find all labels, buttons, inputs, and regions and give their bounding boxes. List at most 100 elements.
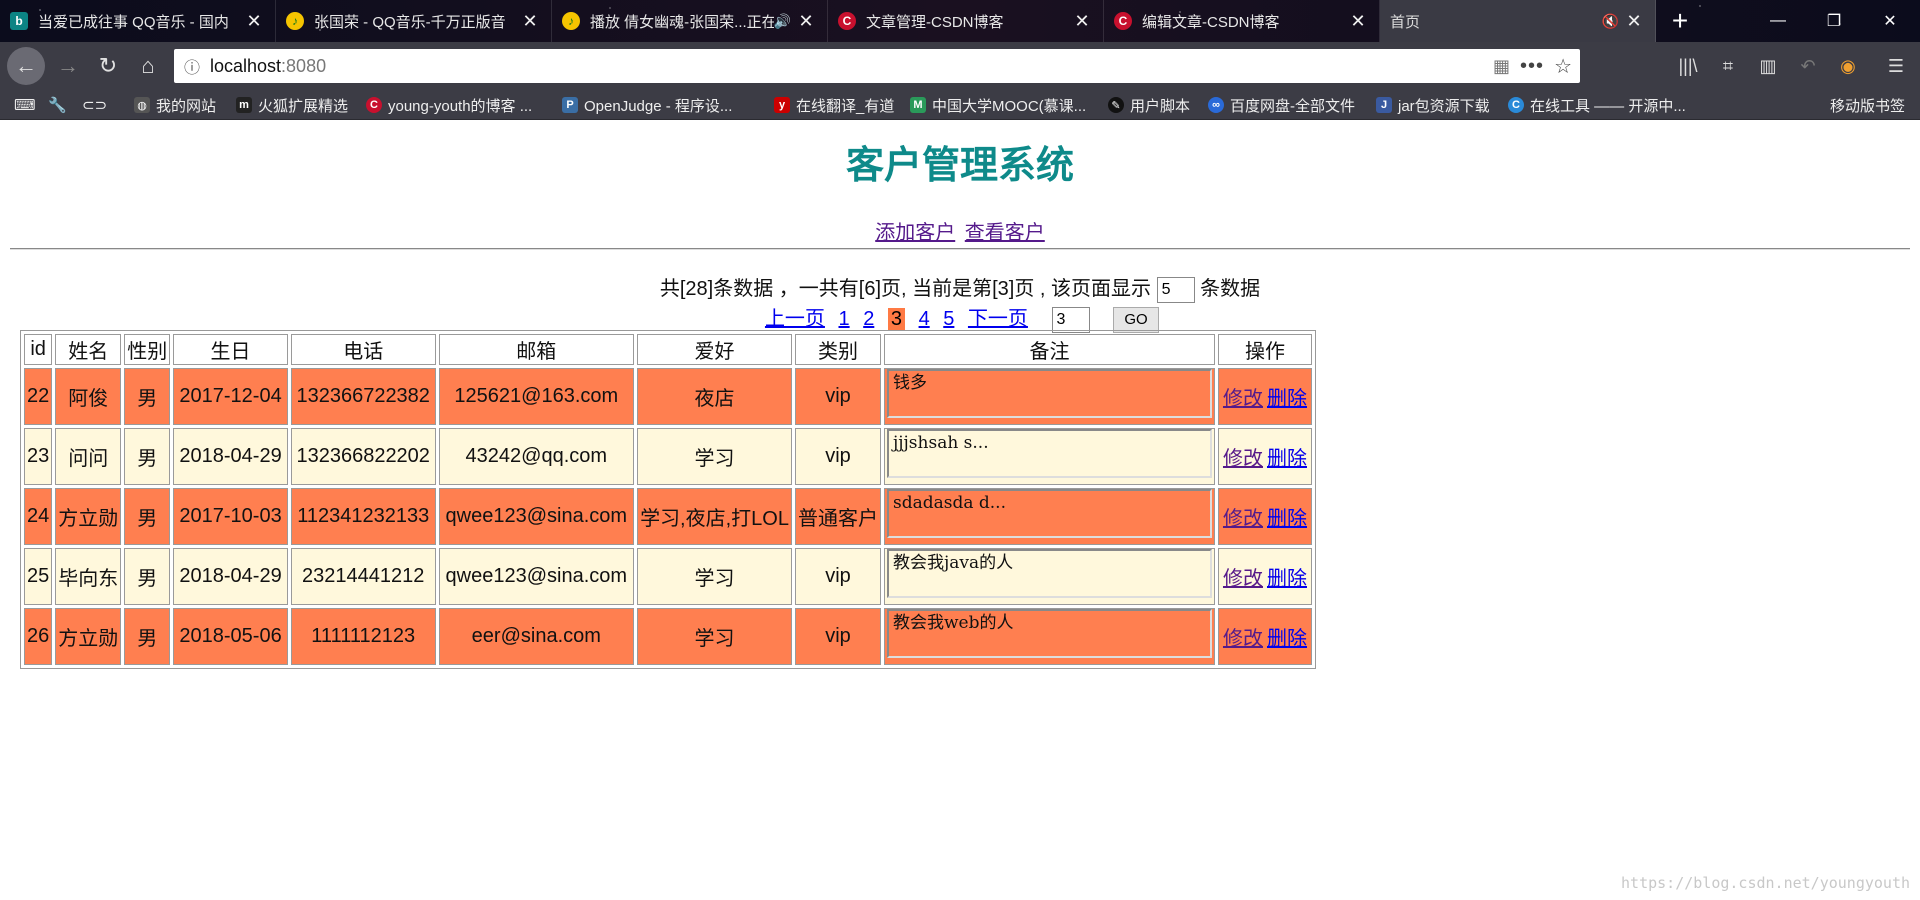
table-row: 26 方立勋 男 2018-05-06 1111112123 eer@sina.…	[24, 608, 1312, 665]
page-actions-icon[interactable]: •••	[1520, 55, 1544, 78]
library-icon[interactable]: |||\	[1668, 42, 1708, 90]
menu-icon[interactable]: ☰	[1876, 42, 1916, 90]
close-icon[interactable]: ✕	[243, 11, 265, 32]
edit-link[interactable]: 修改	[1223, 568, 1263, 590]
bookmark-youdao[interactable]: y 在线翻译_有道	[774, 90, 894, 120]
cell-name: 阿俊	[55, 368, 122, 425]
tab-csdn-edit[interactable]: C 编辑文章-CSDN博客 ✕	[1104, 0, 1380, 42]
screenshot-icon[interactable]: ⌗	[1708, 42, 1748, 90]
delete-link[interactable]: 删除	[1267, 448, 1307, 470]
cell-email: 43242@qq.com	[438, 428, 635, 485]
minimize-button[interactable]: —	[1750, 0, 1806, 42]
extension-icon[interactable]: ◉	[1828, 42, 1868, 90]
userscript-icon: ✎	[1108, 97, 1124, 113]
close-icon[interactable]: ✕	[1623, 11, 1645, 32]
new-tab-button[interactable]: +	[1660, 0, 1700, 42]
view-customers-link[interactable]: 查看客户	[965, 222, 1045, 244]
cell-actions: 修改 删除	[1217, 488, 1312, 545]
close-icon[interactable]: ✕	[519, 11, 541, 32]
reload-button[interactable]: ↻	[88, 42, 128, 90]
bookmark-openjudge[interactable]: P OpenJudge - 程序设...	[562, 90, 732, 120]
back-button[interactable]: ←	[6, 42, 46, 90]
qrcode-icon[interactable]: ▦	[1493, 56, 1510, 77]
close-icon[interactable]: ✕	[1347, 11, 1369, 32]
add-customer-link[interactable]: 添加客户	[875, 222, 955, 244]
cell-birthday: 2018-04-29	[173, 428, 288, 485]
tab-home[interactable]: 首页 🔇 ✕	[1380, 0, 1656, 42]
url-bar[interactable]: ⓘ localhost:8080 ▦ ••• ☆	[174, 49, 1580, 83]
restore-button[interactable]: ❐	[1806, 0, 1862, 42]
header-email: 邮箱	[438, 334, 635, 365]
mobile-bookmarks[interactable]: 移动版书签	[1830, 90, 1905, 120]
edit-link[interactable]: 修改	[1223, 448, 1263, 470]
link-icon[interactable]: ⊂⊃	[82, 90, 107, 120]
note-textarea[interactable]: sdadasda d...	[886, 489, 1212, 538]
sidebar-icon[interactable]: ▥	[1748, 42, 1788, 90]
edit-link[interactable]: 修改	[1223, 628, 1263, 650]
delete-link[interactable]: 删除	[1267, 508, 1307, 530]
tab-qqmusic-1[interactable]: b 当爱已成往事 QQ音乐 - 国内 ✕	[0, 0, 276, 42]
mute-icon[interactable]: 🔇	[1602, 13, 1619, 30]
speaker-icon[interactable]: 🔊	[774, 13, 791, 30]
forward-button[interactable]: →	[48, 42, 88, 90]
page-link-1[interactable]: 1	[839, 308, 850, 330]
watermark: https://blog.csdn.net/youngyouth	[1621, 874, 1910, 892]
delete-link[interactable]: 删除	[1267, 388, 1307, 410]
tab-qqmusic-3[interactable]: ♪ 播放 倩女幽魂-张国荣...正在 🔊 ✕	[552, 0, 828, 42]
note-textarea[interactable]: 教会我java的人	[886, 549, 1212, 598]
table-row: 22 阿俊 男 2017-12-04 132366722382 125621@1…	[24, 368, 1312, 425]
wrench-icon[interactable]: 🔧	[48, 90, 67, 120]
bookmark-my-site[interactable]: ◍ 我的网站	[134, 90, 216, 120]
close-icon[interactable]: ✕	[795, 11, 817, 32]
table-header-row: id 姓名 性别 生日 电话 邮箱 爱好 类别 备注 操作	[24, 334, 1312, 365]
bookmark-mooc[interactable]: M 中国大学MOOC(慕课...	[910, 90, 1086, 120]
undo-icon[interactable]: ↶	[1788, 42, 1828, 90]
next-page-link[interactable]: 下一页	[968, 308, 1028, 330]
note-textarea[interactable]: 教会我web的人	[886, 609, 1212, 658]
bookmark-star-icon[interactable]: ☆	[1554, 54, 1572, 79]
header-type: 类别	[794, 334, 881, 365]
bookmark-userscripts[interactable]: ✎ 用户脚本	[1108, 90, 1190, 120]
window-close-button[interactable]: ✕	[1862, 0, 1918, 42]
tab-qqmusic-2[interactable]: ♪ 张国荣 - QQ音乐-千万正版音 ✕	[276, 0, 552, 42]
info-icon[interactable]: ⓘ	[174, 54, 210, 78]
prev-page-link[interactable]: 上一页	[765, 308, 825, 330]
youdao-icon: y	[774, 97, 790, 113]
tab-csdn-articles[interactable]: C 文章管理-CSDN博客 ✕	[828, 0, 1104, 42]
bookmark-firefox-addons[interactable]: m 火狐扩展精选	[236, 90, 348, 120]
header-birthday: 生日	[173, 334, 288, 365]
arrow-right-icon: →	[57, 53, 79, 78]
home-button[interactable]: ⌂	[128, 42, 168, 90]
bookmark-jar-download[interactable]: Jjar包资源下载	[1376, 90, 1490, 120]
close-icon[interactable]: ✕	[1071, 11, 1093, 32]
page-link-5[interactable]: 5	[943, 308, 954, 330]
oschina-icon: C	[1508, 97, 1524, 113]
edit-link[interactable]: 修改	[1223, 508, 1263, 530]
header-hobby: 爱好	[637, 334, 792, 365]
note-textarea[interactable]: 钱多	[886, 369, 1212, 418]
edit-link[interactable]: 修改	[1223, 388, 1263, 410]
delete-link[interactable]: 删除	[1267, 568, 1307, 590]
jar-icon: J	[1376, 97, 1392, 113]
page-size-input[interactable]	[1156, 276, 1195, 303]
goto-page-input[interactable]	[1051, 306, 1090, 333]
page-link-2[interactable]: 2	[863, 308, 874, 330]
bookmark-baidu-pan[interactable]: ∞ 百度网盘-全部文件	[1208, 90, 1355, 120]
note-textarea[interactable]: jjjshsah s...	[886, 429, 1212, 478]
summary-suffix: 条数据	[1200, 278, 1261, 300]
bookmark-csdn-blog[interactable]: Cyoung-youth的博客 ...	[366, 90, 532, 120]
arrow-left-icon: ←	[7, 47, 45, 85]
cell-actions: 修改 删除	[1217, 368, 1312, 425]
tab-title: 首页	[1390, 13, 1421, 31]
bing-icon: b	[10, 12, 28, 30]
delete-link[interactable]: 删除	[1267, 628, 1307, 650]
table-row: 24 方立勋 男 2017-10-03 112341232133 qwee123…	[24, 488, 1312, 545]
toolbox-icon[interactable]: ⌨	[14, 90, 36, 120]
bookmark-online-tools[interactable]: C 在线工具 —— 开源中...	[1508, 90, 1686, 120]
go-button[interactable]: GO	[1113, 306, 1160, 333]
page-link-4[interactable]: 4	[919, 308, 930, 330]
bookmarks-toolbar: ⌨ 🔧 ⊂⊃ ◍ 我的网站 m 火狐扩展精选 Cyoung-youth的博客 ...…	[0, 90, 1920, 120]
cell-gender: 男	[124, 548, 171, 605]
cell-email: eer@sina.com	[438, 608, 635, 665]
cell-type: 普通客户	[794, 488, 881, 545]
